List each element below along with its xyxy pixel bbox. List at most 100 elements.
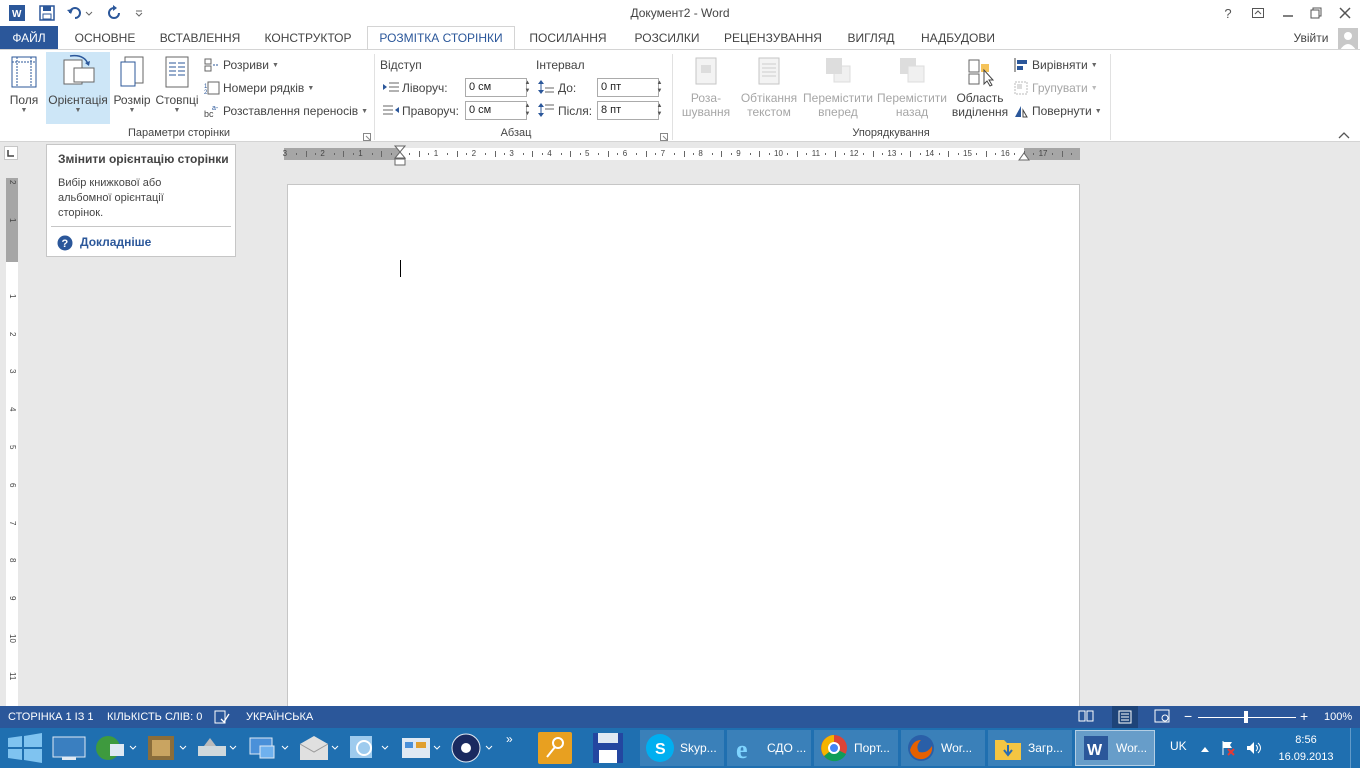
tab-review[interactable]: РЕЦЕНЗУВАННЯ [716, 26, 830, 50]
tab-design[interactable]: КОНСТРУКТОР [254, 26, 362, 50]
network-app-icon[interactable] [94, 734, 138, 765]
ruler-tick-mark [1061, 151, 1063, 157]
close-icon[interactable] [1333, 3, 1357, 23]
first-line-indent-marker[interactable] [393, 145, 407, 170]
size-label: Розмір [113, 93, 151, 107]
read-mode-icon[interactable] [1078, 709, 1094, 726]
page-count[interactable]: СТОРІНКА 1 ІЗ 1 [8, 711, 94, 723]
ruler-tick-label: 1 [358, 149, 363, 158]
ruler-tick-mark [381, 151, 383, 157]
zoom-slider-thumb[interactable] [1244, 711, 1248, 723]
tab-insert[interactable]: ВСТАВЛЕННЯ [152, 26, 248, 50]
spacing-after-input[interactable]: 8 пт [597, 101, 659, 120]
show-hidden-icons[interactable] [1200, 742, 1210, 756]
taskbar-ie[interactable]: e СДО ... [727, 730, 811, 766]
size-button[interactable]: Розмір ▼ [112, 52, 152, 122]
avatar[interactable] [1338, 28, 1358, 50]
line-numbers-icon: 12 [204, 81, 220, 95]
taskbar-chrome[interactable]: Порт... [814, 730, 898, 766]
proofing-icon[interactable] [214, 710, 230, 727]
help-button[interactable]: ? [1216, 3, 1240, 23]
volume-icon[interactable] [1246, 740, 1262, 759]
ruler-tick-mark [768, 153, 770, 155]
tab-references[interactable]: ПОСИЛАННЯ [520, 26, 616, 50]
tab-view[interactable]: ВИГЛЯД [836, 26, 906, 50]
ruler-tick-mark [1033, 153, 1035, 155]
spacing-after-spinner[interactable]: ▲ ▼ [655, 102, 664, 119]
tab-page-layout[interactable]: РОЗМІТКА СТОРІНКИ [367, 26, 515, 50]
collapse-ribbon-icon[interactable] [1338, 128, 1350, 142]
clock-time[interactable]: 8:56 [1276, 734, 1336, 746]
ruler-tick-label: 6 [622, 149, 628, 158]
tooltip-more-link[interactable]: Докладніше [80, 235, 151, 249]
position-label-1: Роза- [690, 91, 722, 105]
zoom-in-icon[interactable]: + [1300, 709, 1308, 723]
print-layout-icon[interactable] [1112, 706, 1138, 728]
tab-file[interactable]: ФАЙЛ [0, 26, 58, 50]
orientation-button[interactable]: Орієнтація ▼ [46, 52, 110, 124]
tab-mailings[interactable]: РОЗСИЛКИ [624, 26, 710, 50]
ruler-tick-mark [806, 153, 808, 155]
input-language[interactable]: UK [1170, 739, 1187, 753]
hyphenation-button[interactable]: bc a- Розставлення переносів ▼ [204, 102, 368, 120]
ruler-tick-mark [655, 153, 657, 155]
taskbar-explorer[interactable]: Загр... [988, 730, 1072, 766]
taskbar-skype[interactable]: S Skyp... [640, 730, 724, 766]
spacing-after-label: Після: [558, 104, 593, 118]
tab-home[interactable]: ОСНОВНЕ [62, 26, 148, 50]
rotate-button[interactable]: Повернути ▼ [1014, 102, 1102, 120]
title-bar: W Документ2 - Word ? [0, 0, 1360, 26]
taskbar-word[interactable]: W Wor... [1075, 730, 1155, 766]
line-numbers-button[interactable]: 12 Номери рядків ▼ [204, 79, 314, 97]
language-indicator[interactable]: УКРАЇНСЬКА [246, 711, 313, 723]
zoom-level[interactable]: 100% [1324, 711, 1352, 723]
floppy-app-icon[interactable] [592, 732, 624, 767]
word-count[interactable]: КІЛЬКІСТЬ СЛІВ: 0 [107, 711, 202, 723]
margins-button[interactable]: Поля ▼ [4, 52, 44, 122]
ruler-tick-label: 7 [660, 149, 666, 158]
search-app-icon[interactable] [348, 734, 392, 765]
vertical-ruler-ticks: 2 1 1 2 3 4 5 6 7 8 9 10 11 [6, 178, 18, 706]
minimize-icon[interactable] [1276, 3, 1300, 23]
clock-date[interactable]: 16.09.2013 [1276, 751, 1336, 763]
selection-pane-button[interactable]: Область виділення [950, 52, 1010, 122]
show-desktop-button[interactable] [1350, 728, 1360, 768]
start-windows-icon[interactable] [6, 732, 44, 767]
action-center-flag-icon[interactable] [1220, 740, 1236, 759]
ribbon-display-options-icon[interactable] [1246, 3, 1270, 23]
control-panel-icon[interactable] [400, 734, 444, 765]
indent-left-input[interactable]: 0 см [465, 78, 527, 97]
line-numbers-label: Номери рядків [223, 81, 305, 95]
ruler-tick-label: 7 [8, 520, 17, 526]
page-setup-dialog-launcher-icon[interactable] [363, 130, 371, 144]
desktop-icon[interactable] [52, 734, 86, 765]
spacing-before-input[interactable]: 0 пт [597, 78, 659, 97]
breaks-button[interactable]: Розриви ▼ [204, 56, 279, 74]
keys-app-icon[interactable] [538, 732, 572, 764]
drive-app-icon[interactable] [196, 734, 240, 765]
columns-button[interactable]: Стовпці ▼ [154, 52, 200, 122]
computer-app-icon[interactable] [248, 734, 292, 765]
restore-icon[interactable] [1304, 3, 1328, 23]
disc-app-icon[interactable] [450, 732, 494, 767]
indent-left-spinner[interactable]: ▲ ▼ [523, 79, 532, 96]
media-app-icon[interactable] [146, 734, 190, 765]
indent-right-input[interactable]: 0 см [465, 101, 527, 120]
align-button[interactable]: Вирівняти ▼ [1014, 56, 1098, 74]
sign-in-link[interactable]: Увійти [1288, 26, 1334, 50]
indent-right-spinner[interactable]: ▲ ▼ [523, 102, 532, 119]
right-indent-marker[interactable] [1018, 150, 1030, 164]
overflow-icon[interactable]: » [506, 732, 513, 746]
bring-forward-button: Перемістити вперед [802, 52, 874, 122]
tab-addins[interactable]: НАДБУДОВИ [912, 26, 1004, 50]
document-page[interactable] [287, 184, 1080, 724]
spacing-before-spinner[interactable]: ▲ ▼ [655, 79, 664, 96]
web-layout-icon[interactable] [1154, 709, 1170, 726]
ruler-tick-mark [305, 151, 307, 157]
zoom-out-icon[interactable]: − [1184, 709, 1192, 723]
paragraph-dialog-launcher-icon[interactable] [660, 130, 668, 144]
position-button: Роза- шування [676, 52, 736, 122]
taskbar-firefox[interactable]: Wor... [901, 730, 985, 766]
ruler-tick-mark [522, 153, 524, 155]
mail-app-icon[interactable] [298, 734, 342, 765]
